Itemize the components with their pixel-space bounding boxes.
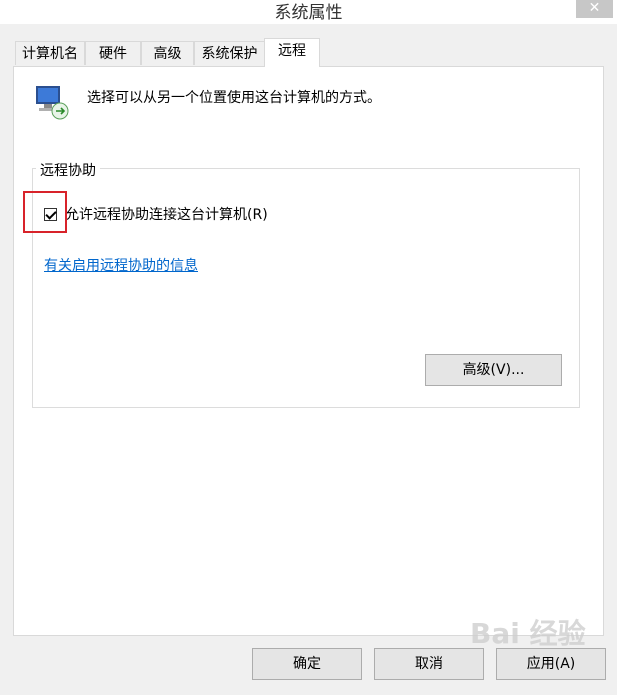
advanced-button[interactable]: 高级(V)... bbox=[425, 354, 562, 386]
window-title: 系统属性 bbox=[274, 3, 343, 23]
checkbox-label: 允许远程协助连接这台计算机(R) bbox=[65, 207, 268, 223]
allow-remote-assistance-row[interactable]: 允许远程协助连接这台计算机(R) bbox=[42, 204, 268, 224]
dialog-client: 计算机名 硬件 高级 系统保护 远程 选择可以从另一个位置使用这台计算机的方式。… bbox=[0, 24, 617, 695]
title-bar: 系统属性 ✕ bbox=[0, 0, 617, 24]
tab-remote[interactable]: 远程 bbox=[264, 38, 320, 67]
cancel-button[interactable]: 取消 bbox=[374, 648, 484, 680]
highlight-box bbox=[23, 191, 67, 233]
group-title: 远程协助 bbox=[36, 160, 100, 180]
remote-computer-icon bbox=[36, 86, 69, 120]
tab-advanced[interactable]: 高级 bbox=[141, 41, 194, 65]
tab-hardware[interactable]: 硬件 bbox=[85, 41, 141, 65]
remote-tab-panel: 选择可以从另一个位置使用这台计算机的方式。 远程协助 允许远程协助连接这台计算机… bbox=[13, 66, 604, 636]
ok-button[interactable]: 确定 bbox=[252, 648, 362, 680]
help-link[interactable]: 有关启用远程协助的信息 bbox=[44, 255, 198, 275]
intro-text: 选择可以从另一个位置使用这台计算机的方式。 bbox=[87, 90, 381, 106]
close-button[interactable]: ✕ bbox=[576, 0, 613, 18]
watermark: Bai 经验 bbox=[470, 617, 586, 650]
tab-computer-name[interactable]: 计算机名 bbox=[15, 41, 85, 65]
tab-system-protection[interactable]: 系统保护 bbox=[194, 41, 265, 65]
